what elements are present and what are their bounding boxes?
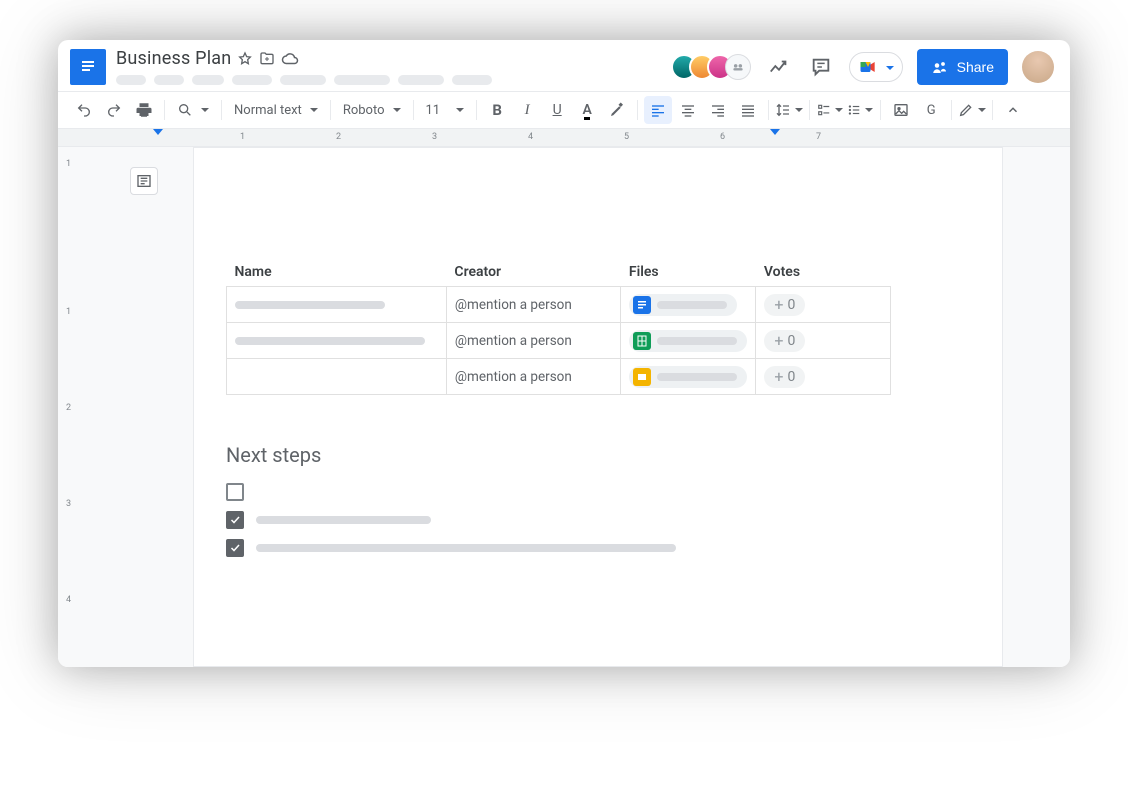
- checklist-item[interactable]: [226, 483, 942, 501]
- meet-button[interactable]: [849, 52, 903, 82]
- document-title[interactable]: Business Plan: [116, 48, 231, 69]
- line-spacing-button[interactable]: [775, 96, 803, 124]
- undo-button[interactable]: [70, 96, 98, 124]
- highlight-button[interactable]: [603, 96, 631, 124]
- align-left-button[interactable]: [644, 96, 672, 124]
- share-icon: [931, 58, 949, 76]
- horizontal-ruler[interactable]: 1 2 3 4 5 6 7: [58, 129, 1070, 147]
- outline-toggle-button[interactable]: [130, 167, 158, 195]
- bullet-list-button[interactable]: [846, 96, 874, 124]
- menu-item[interactable]: [116, 75, 146, 85]
- checklist-button[interactable]: [816, 96, 844, 124]
- table-row: @mention a person +0: [227, 359, 891, 395]
- style-select[interactable]: Normal text: [228, 96, 324, 124]
- checkbox-checked[interactable]: [226, 511, 244, 529]
- vote-chip: +0: [764, 366, 805, 388]
- text-color-button[interactable]: A: [573, 96, 601, 124]
- plus-icon: +: [774, 295, 783, 314]
- vote-chip: +0: [764, 330, 805, 352]
- star-icon[interactable]: [237, 51, 253, 67]
- checklist: [226, 483, 942, 557]
- file-chip: [629, 330, 747, 352]
- slides-file-icon: [633, 368, 651, 386]
- mention-cell[interactable]: @mention a person: [446, 323, 620, 359]
- menu-item[interactable]: [334, 75, 390, 85]
- table-row: @mention a person +0: [227, 323, 891, 359]
- bold-button[interactable]: B: [483, 96, 511, 124]
- vote-chip: +0: [764, 294, 805, 316]
- table-header-votes: Votes: [756, 258, 891, 287]
- chevron-down-icon: [882, 57, 894, 76]
- file-chip: [629, 294, 737, 316]
- align-center-button[interactable]: [674, 96, 702, 124]
- collapse-toolbar-button[interactable]: [999, 96, 1027, 124]
- cloud-status-icon[interactable]: [281, 50, 299, 68]
- document-page[interactable]: Name Creator Files Votes @mention a pers…: [193, 147, 1003, 667]
- align-right-button[interactable]: [704, 96, 732, 124]
- print-button[interactable]: [130, 96, 158, 124]
- placeholder-text: [256, 544, 676, 552]
- title-bar: Business Plan: [58, 40, 1070, 85]
- menu-item[interactable]: [452, 75, 492, 85]
- editing-mode-button[interactable]: [958, 96, 986, 124]
- vertical-ruler[interactable]: 1 1 2 3 4: [58, 147, 86, 667]
- menu-item[interactable]: [154, 75, 184, 85]
- font-size-select[interactable]: 11: [420, 96, 471, 124]
- font-select[interactable]: Roboto: [337, 96, 407, 124]
- menu-item[interactable]: [192, 75, 224, 85]
- plus-icon: +: [774, 367, 783, 386]
- checklist-item[interactable]: [226, 511, 942, 529]
- section-heading[interactable]: Next steps: [226, 443, 942, 467]
- collaborator-avatars[interactable]: [671, 54, 751, 80]
- clear-formatting-button[interactable]: G: [917, 96, 945, 124]
- menu-item[interactable]: [232, 75, 272, 85]
- docs-logo-icon[interactable]: [70, 49, 106, 85]
- placeholder-text: [256, 516, 431, 524]
- workspace: 1 1 2 3 4 Name Creator Files Votes: [58, 147, 1070, 667]
- meet-icon: [858, 57, 878, 77]
- plus-icon: +: [774, 331, 783, 350]
- align-justify-button[interactable]: [734, 96, 762, 124]
- italic-button[interactable]: I: [513, 96, 541, 124]
- insert-image-button[interactable]: [887, 96, 915, 124]
- table-header-files: Files: [621, 258, 756, 287]
- comment-history-icon[interactable]: [807, 53, 835, 81]
- zoom-select[interactable]: [171, 96, 215, 124]
- menu-item[interactable]: [398, 75, 444, 85]
- app-window: Business Plan: [58, 40, 1070, 667]
- checklist-item[interactable]: [226, 539, 942, 557]
- underline-button[interactable]: U: [543, 96, 571, 124]
- docs-file-icon: [633, 296, 651, 314]
- checkbox-checked[interactable]: [226, 539, 244, 557]
- activity-icon[interactable]: [765, 53, 793, 81]
- redo-button[interactable]: [100, 96, 128, 124]
- menu-bar: [116, 75, 671, 85]
- table-header-creator: Creator: [446, 258, 620, 287]
- formatting-toolbar: Normal text Roboto 11 B I U A G: [58, 91, 1070, 129]
- mention-cell[interactable]: @mention a person: [446, 359, 620, 395]
- share-button[interactable]: Share: [917, 49, 1008, 85]
- menu-item[interactable]: [280, 75, 326, 85]
- table-row: @mention a person +0: [227, 287, 891, 323]
- share-label: Share: [957, 59, 994, 75]
- account-avatar[interactable]: [1022, 51, 1054, 83]
- table-header-name: Name: [227, 258, 447, 287]
- avatar-anonymous[interactable]: [725, 54, 751, 80]
- mention-cell[interactable]: @mention a person: [446, 287, 620, 323]
- sheets-file-icon: [633, 332, 651, 350]
- move-icon[interactable]: [259, 51, 275, 67]
- checkbox-unchecked[interactable]: [226, 483, 244, 501]
- file-chip: [629, 366, 747, 388]
- content-table[interactable]: Name Creator Files Votes @mention a pers…: [226, 258, 891, 395]
